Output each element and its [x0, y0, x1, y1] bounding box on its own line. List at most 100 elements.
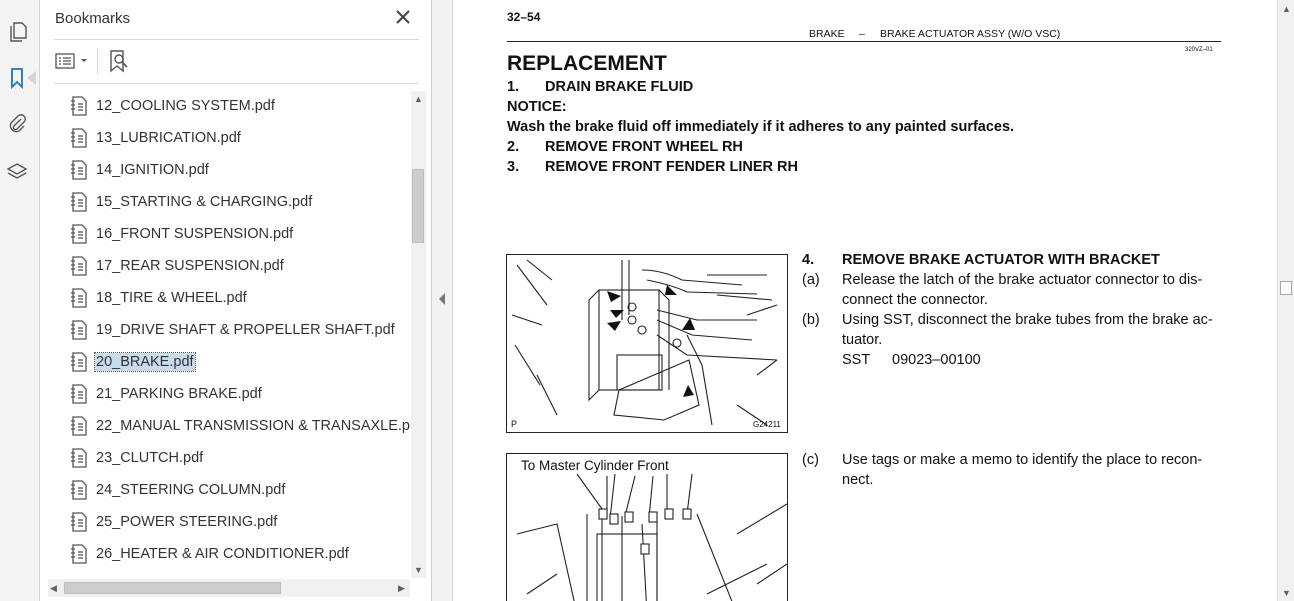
- horizontal-scrollbar[interactable]: ◀ ▶: [48, 579, 410, 597]
- substep-a-line2: connect the connector.: [842, 292, 988, 308]
- scroll-right-arrow[interactable]: ▶: [398, 583, 405, 593]
- panel-title: Bookmarks: [55, 10, 131, 27]
- brake-tubes-drawing: [516, 473, 787, 601]
- bookmark-label: 24_STEERING COLUMN.pdf: [96, 482, 286, 498]
- bookmark-label: 16_FRONT SUSPENSION.pdf: [96, 226, 294, 242]
- page-code: 320VZ–01: [1185, 47, 1213, 53]
- header-section: BRAKE: [809, 28, 845, 40]
- panel-splitter[interactable]: [432, 0, 453, 601]
- scroll-down-arrow[interactable]: ▼: [1282, 588, 1291, 598]
- bookmark-page-icon: [71, 224, 87, 244]
- bookmark-page-icon: [71, 256, 87, 276]
- bookmark-label: 25_POWER STEERING.pdf: [96, 514, 278, 530]
- bookmarks-icon[interactable]: [5, 66, 29, 90]
- substep-b-label: (b): [802, 312, 820, 328]
- bookmark-item[interactable]: 13_LUBRICATION.pdf: [70, 126, 242, 150]
- header-dash: –: [859, 28, 865, 40]
- scroll-thumb[interactable]: [1280, 281, 1292, 295]
- page-heading: REPLACEMENT: [507, 52, 667, 75]
- find-bookmark-button[interactable]: [106, 48, 132, 79]
- bookmark-page-icon: [71, 160, 87, 180]
- substep-c-line1: Use tags or make a memo to identify the …: [842, 452, 1203, 468]
- find-bookmark-icon: [110, 50, 128, 73]
- notice-label: NOTICE:: [507, 99, 567, 115]
- layers-icon[interactable]: [5, 160, 29, 184]
- bookmark-list: 12_COOLING SYSTEM.pdf 13_LUBRICATION.pdf 1…: [40, 88, 410, 578]
- figure-label: To Master Cylinder Front: [521, 458, 669, 473]
- bookmark-label: 14_IGNITION.pdf: [96, 162, 209, 178]
- toolbar-divider: [97, 48, 98, 74]
- bookmark-page-icon: [71, 480, 87, 500]
- sst-value: 09023–00100: [892, 352, 981, 368]
- substep-a-line1: Release the latch of the brake actuator …: [842, 272, 1203, 288]
- bookmark-page-icon: [71, 384, 87, 404]
- notice-text: Wash the brake fluid off immediately if …: [507, 119, 1015, 135]
- bookmark-item[interactable]: 19_DRIVE SHAFT & PROPELLER SHAFT.pdf: [70, 318, 396, 342]
- bookmark-item[interactable]: 23_CLUTCH.pdf: [70, 446, 204, 470]
- bookmark-label: 19_DRIVE SHAFT & PROPELLER SHAFT.pdf: [96, 322, 395, 338]
- bookmark-page-icon: [71, 512, 87, 532]
- substep-b-line1: Using SST, disconnect the brake tubes fr…: [842, 312, 1213, 328]
- bookmarks-panel: Bookmarks 12_COOLING SYSTEM.pdf 13_LUBRIC…: [40, 0, 432, 601]
- scroll-up-arrow[interactable]: ▲: [414, 94, 423, 104]
- substep-b-line2: tuator.: [842, 332, 883, 348]
- collapse-panel-icon[interactable]: [437, 292, 447, 306]
- header-rule: [507, 41, 1221, 42]
- sst-label: SST: [842, 352, 871, 368]
- bookmark-item[interactable]: 25_POWER STEERING.pdf: [70, 510, 278, 534]
- scroll-up-arrow[interactable]: ▲: [1282, 4, 1291, 14]
- bookmark-item[interactable]: 22_MANUAL TRANSMISSION & TRANSAXLE.pdf: [70, 414, 410, 438]
- scroll-thumb[interactable]: [64, 582, 281, 594]
- bookmark-item[interactable]: 18_TIRE & WHEEL.pdf: [70, 286, 248, 310]
- bookmark-label: 26_HEATER & AIR CONDITIONER.pdf: [96, 546, 349, 562]
- step-2-number: 2.: [507, 139, 520, 155]
- scroll-left-arrow[interactable]: ◀: [50, 583, 57, 593]
- bookmark-item[interactable]: 21_PARKING BRAKE.pdf: [70, 382, 263, 406]
- options-button[interactable]: [54, 48, 92, 79]
- bookmark-page-icon: [71, 416, 87, 436]
- bookmark-label: 17_REAR SUSPENSION.pdf: [96, 258, 284, 274]
- bookmark-item[interactable]: 14_IGNITION.pdf: [70, 158, 210, 182]
- substep-a-label: (a): [802, 272, 820, 288]
- bookmark-page-icon: [71, 320, 87, 340]
- active-tab-indicator: [27, 71, 36, 85]
- scroll-down-arrow[interactable]: ▼: [414, 565, 423, 575]
- bookmark-page-icon: [71, 544, 87, 564]
- bookmark-label: 13_LUBRICATION.pdf: [96, 130, 241, 146]
- bookmark-item[interactable]: 12_COOLING SYSTEM.pdf: [70, 94, 276, 118]
- bookmark-item[interactable]: 17_REAR SUSPENSION.pdf: [70, 254, 285, 278]
- close-icon[interactable]: [394, 8, 412, 26]
- bookmark-item[interactable]: 16_FRONT SUSPENSION.pdf: [70, 222, 294, 246]
- bookmark-page-icon: [71, 288, 87, 308]
- attachments-icon[interactable]: [5, 112, 29, 136]
- divider: [54, 39, 419, 40]
- step-4: REMOVE BRAKE ACTUATOR WITH BRACKET: [842, 252, 1160, 268]
- actuator-illustration: P G24211: [506, 254, 788, 433]
- pages-icon[interactable]: [5, 20, 29, 44]
- bookmark-page-icon: [71, 96, 87, 116]
- document-page: 32–54 BRAKE – BRAKE ACTUATOR ASSY (W/O V…: [453, 0, 1277, 601]
- divider: [54, 83, 419, 84]
- substep-c-line2: nect.: [842, 472, 874, 488]
- bookmark-label: 22_MANUAL TRANSMISSION & TRANSAXLE.pdf: [96, 418, 410, 434]
- step-1: DRAIN BRAKE FLUID: [545, 79, 694, 95]
- bookmark-item[interactable]: 26_HEATER & AIR CONDITIONER.pdf: [70, 542, 350, 566]
- document-scrollbar[interactable]: ▲ ▼: [1277, 0, 1294, 601]
- vertical-scrollbar[interactable]: ▲ ▼: [411, 91, 426, 578]
- step-4-number: 4.: [802, 252, 815, 268]
- bookmark-item[interactable]: 15_STARTING & CHARGING.pdf: [70, 190, 313, 214]
- figure-corner-label: P: [511, 419, 518, 429]
- header-subject: BRAKE ACTUATOR ASSY (W/O VSC): [880, 28, 1061, 40]
- step-3: REMOVE FRONT FENDER LINER RH: [545, 159, 798, 175]
- bookmark-label: 15_STARTING & CHARGING.pdf: [96, 194, 313, 210]
- bookmark-item[interactable]: 24_STEERING COLUMN.pdf: [70, 478, 286, 502]
- step-3-number: 3.: [507, 159, 520, 175]
- bookmark-item[interactable]: 20_BRAKE.pdf: [70, 350, 196, 374]
- page-number: 32–54: [507, 10, 541, 24]
- bookmark-label: 12_COOLING SYSTEM.pdf: [96, 98, 275, 114]
- scroll-thumb[interactable]: [412, 169, 424, 243]
- bookmark-page-icon: [71, 448, 87, 468]
- brake-tubes-illustration: To Master Cylinder Front: [506, 453, 788, 601]
- bookmark-label: 23_CLUTCH.pdf: [96, 450, 204, 466]
- step-1-number: 1.: [507, 79, 520, 95]
